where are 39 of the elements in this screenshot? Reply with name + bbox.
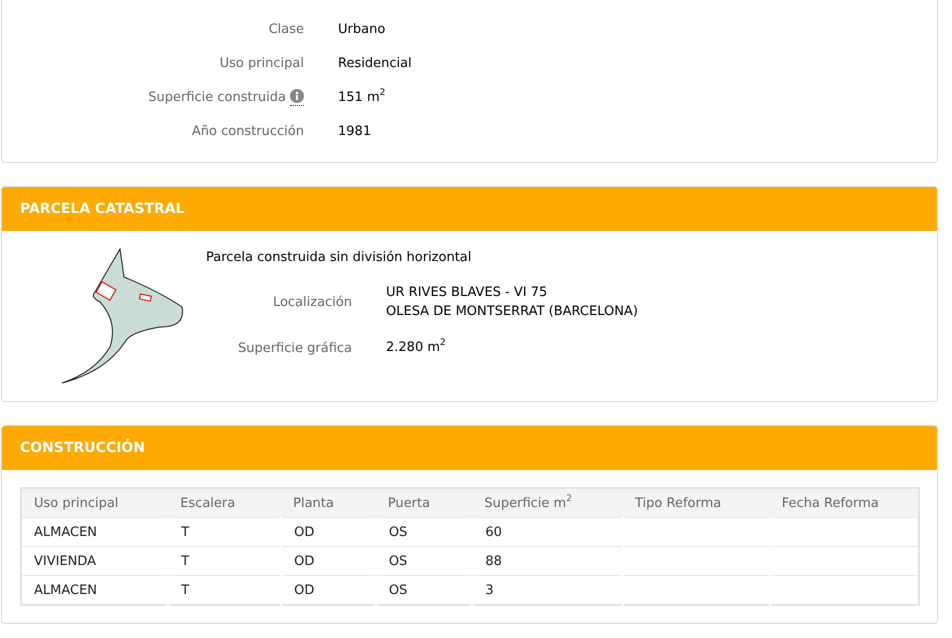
table-cell: 60	[472, 518, 623, 546]
table-cell: T	[168, 546, 282, 576]
field-value: 1981	[338, 123, 372, 140]
field-label: Localización	[272, 294, 352, 311]
field-label: Superficie gráfica	[238, 340, 352, 356]
column-header: Planta	[281, 488, 376, 518]
section-header: PARCELA CATASTRAL	[2, 187, 937, 231]
table-cell: OD	[281, 576, 376, 605]
table-cell: OS	[376, 576, 472, 605]
field-label: Superficie construida	[148, 89, 286, 106]
field-value: 2.280 m$^{2}$	[386, 338, 447, 357]
field-value: 151 m$^{2}$	[338, 89, 386, 106]
table-cell: OD	[281, 546, 376, 576]
table-cell: ALMACEN	[21, 518, 168, 546]
field-label: Clase	[268, 21, 304, 38]
section-header: CONSTRUCCIÓN	[2, 426, 937, 470]
field-value: Residencial	[338, 55, 413, 72]
parcel-description: Parcela construida sin división horizontal	[206, 249, 472, 266]
table-cell: OS	[376, 518, 472, 546]
column-header: Fecha Reforma	[770, 488, 919, 518]
table-cell: T	[168, 518, 282, 546]
table-cell: OS	[376, 546, 472, 576]
table-cell: 3	[472, 576, 623, 605]
field-value: UR RIVES BLAVES - VI 75	[386, 284, 548, 302]
info-icon[interactable]	[290, 89, 304, 106]
column-header: Superficie m$^{2}$	[472, 488, 623, 518]
column-header: Escalera	[168, 488, 282, 518]
column-header: Tipo Reforma	[623, 488, 770, 518]
field-value: Urbano	[338, 21, 386, 38]
column-header: Uso principal	[21, 488, 168, 518]
field-label: Año construcción	[192, 123, 304, 140]
field-label: Uso principal	[220, 55, 304, 72]
table-cell: 88	[472, 546, 623, 576]
table-cell: ALMACEN	[21, 576, 168, 605]
column-header: Puerta	[376, 488, 472, 518]
table-cell: OD	[281, 518, 376, 546]
field-value: OLESA DE MONTSERRAT (BARCELONA)	[386, 303, 638, 321]
table-cell: T	[168, 576, 282, 605]
table-cell: VIVIENDA	[21, 546, 168, 576]
